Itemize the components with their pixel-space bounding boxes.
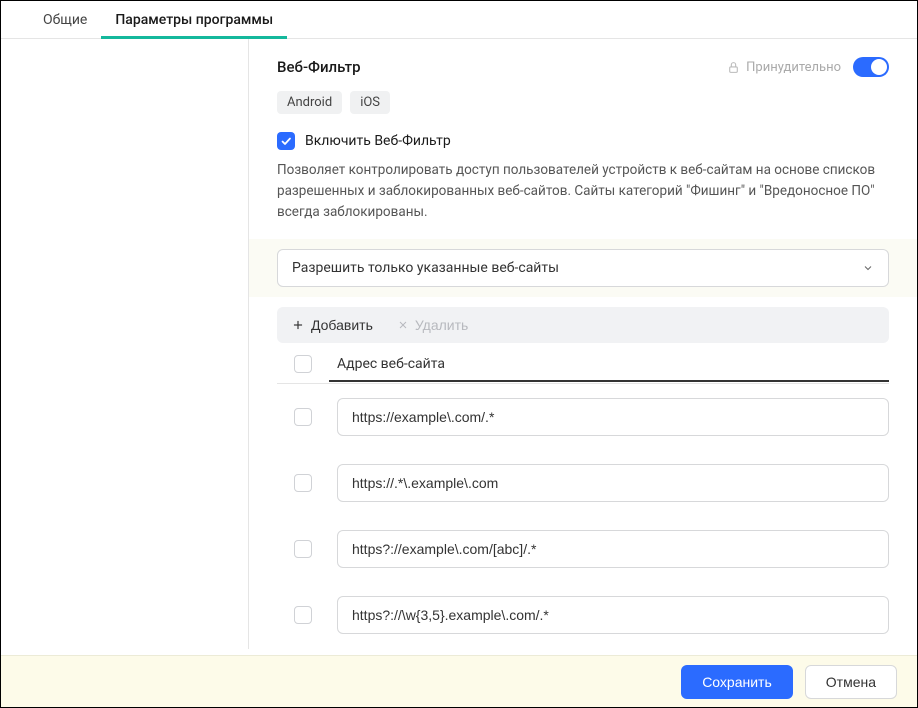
cancel-button[interactable]: Отмена — [805, 665, 897, 699]
url-input[interactable] — [337, 596, 889, 634]
row-checkbox[interactable] — [294, 540, 312, 558]
enable-web-filter-checkbox[interactable] — [277, 132, 295, 150]
lock-icon — [727, 61, 740, 74]
web-filter-description: Позволяет контролировать доступ пользова… — [277, 160, 889, 223]
row-checkbox[interactable] — [294, 474, 312, 492]
table-row — [277, 450, 889, 516]
web-filter-forced-toggle[interactable] — [853, 57, 889, 77]
tab-bar: Общие Параметры программы — [1, 1, 917, 39]
url-input[interactable] — [337, 530, 889, 568]
delete-button: Удалить — [397, 317, 468, 333]
url-toolbar: Добавить Удалить — [277, 307, 889, 343]
web-filter-section: Веб-Фильтр Принудительно — [249, 39, 917, 233]
row-checkbox[interactable] — [294, 408, 312, 426]
left-sidebar — [1, 39, 249, 649]
table-row — [277, 384, 889, 450]
add-button[interactable]: Добавить — [291, 317, 373, 333]
chevron-down-icon — [862, 262, 874, 274]
filter-mode-select[interactable]: Разрешить только указанные веб-сайты — [277, 249, 889, 287]
platform-badge-ios: iOS — [350, 91, 390, 114]
settings-panel: Веб-Фильтр Принудительно — [249, 39, 917, 649]
tab-general[interactable]: Общие — [29, 1, 101, 38]
tab-program-settings[interactable]: Параметры программы — [101, 1, 287, 38]
footer-bar: Сохранить Отмена — [1, 655, 917, 707]
save-button[interactable]: Сохранить — [681, 665, 793, 699]
select-all-checkbox[interactable] — [294, 355, 312, 373]
web-filter-title: Веб-Фильтр — [277, 58, 361, 76]
forced-mode-label: Принудительно — [727, 60, 841, 75]
table-row — [277, 582, 889, 648]
url-input[interactable] — [337, 398, 889, 436]
platform-badge-android: Android — [277, 91, 342, 114]
table-row — [277, 516, 889, 582]
enable-web-filter-label: Включить Веб-Фильтр — [305, 133, 451, 149]
column-header-address[interactable]: Адрес веб-сайта — [329, 356, 889, 382]
url-table-header: Адрес веб-сайта — [277, 355, 889, 384]
row-checkbox[interactable] — [294, 606, 312, 624]
url-input[interactable] — [337, 464, 889, 502]
